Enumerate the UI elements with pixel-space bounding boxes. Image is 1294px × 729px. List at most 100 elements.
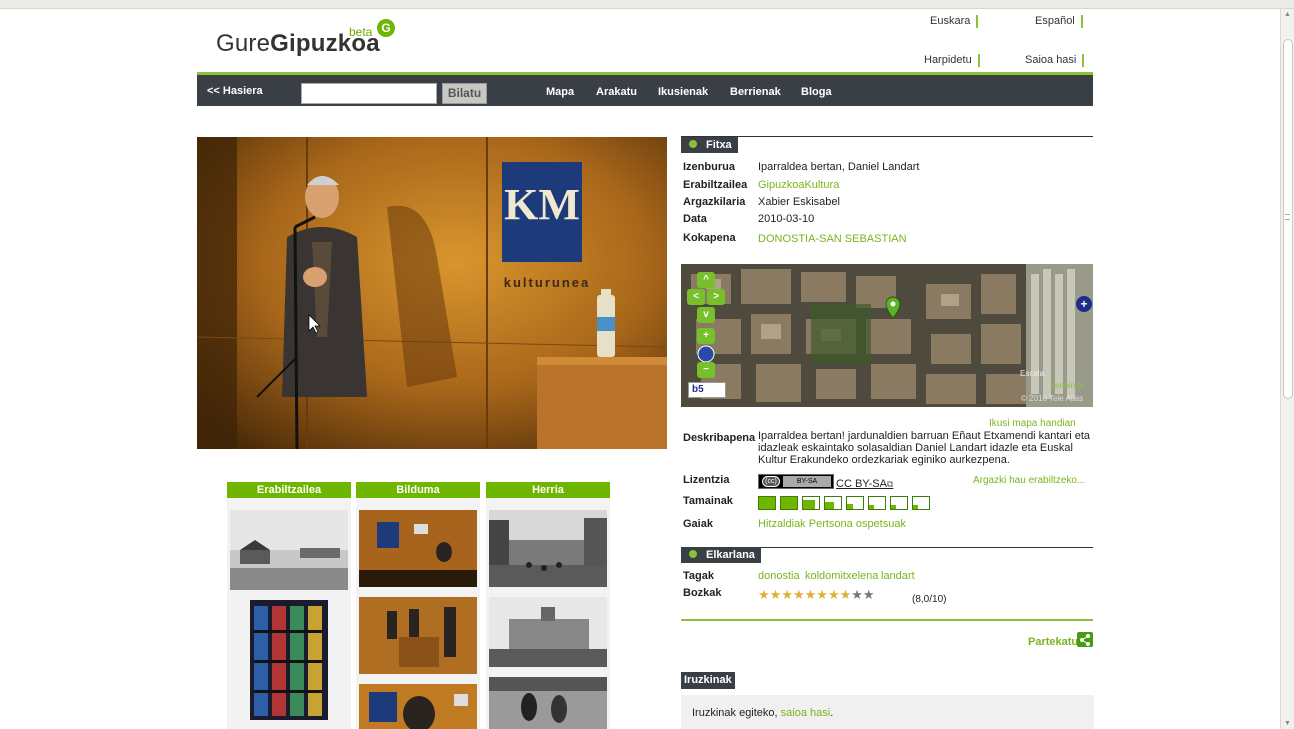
license-link-text: CC BY-SA bbox=[836, 478, 887, 490]
column-bilduma: Bilduma bbox=[356, 482, 480, 729]
themes-links[interactable]: Hitzaldiak Pertsona ospetsuak bbox=[758, 518, 906, 530]
nav-bloga-link[interactable]: Bloga bbox=[801, 86, 832, 98]
location-link[interactable]: DONOSTIA-SAN SEBASTIAN bbox=[758, 233, 907, 245]
lang-euskara-link[interactable]: Euskara bbox=[930, 15, 979, 28]
nav-mapa-link[interactable]: Mapa bbox=[546, 86, 574, 98]
share-icon[interactable] bbox=[1077, 632, 1093, 647]
tags-label: Tagak bbox=[683, 570, 714, 582]
nav-berrienak-link[interactable]: Berrienak bbox=[730, 86, 781, 98]
comments-login-link[interactable]: saioa hasi bbox=[781, 707, 831, 719]
fitxa-divider bbox=[681, 136, 1093, 137]
size-option-button[interactable] bbox=[846, 496, 864, 510]
star-icon[interactable]: ★ bbox=[816, 587, 828, 602]
title-value: Iparraldea bertan, Daniel Landart bbox=[758, 161, 920, 173]
fitxa-title: Fitxa bbox=[706, 139, 732, 151]
star-icon[interactable]: ★ bbox=[770, 587, 782, 602]
thumbnail[interactable] bbox=[359, 597, 477, 674]
column-header: Bilduma bbox=[356, 482, 480, 498]
column-header: Erabiltzailea bbox=[227, 482, 351, 498]
thumbnail[interactable] bbox=[359, 684, 477, 729]
thumbnail[interactable] bbox=[489, 677, 607, 729]
location-map[interactable]: + ^ < > v + − b5 Escala Terminos © 2010 … bbox=[681, 264, 1093, 407]
subscribe-link[interactable]: Harpidetu bbox=[924, 54, 980, 67]
svg-text:+: + bbox=[1080, 297, 1087, 311]
license-label: Lizentzia bbox=[683, 474, 730, 486]
date-value: 2010-03-10 bbox=[758, 213, 815, 225]
location-label: Kokapena bbox=[683, 232, 736, 244]
sizes-label: Tamainak bbox=[683, 495, 733, 507]
tag-link[interactable]: landart bbox=[881, 570, 915, 582]
comments-suffix: . bbox=[830, 707, 834, 719]
size-option-button[interactable] bbox=[912, 496, 930, 510]
size-option-button[interactable] bbox=[868, 496, 886, 510]
votes-label: Bozkak bbox=[683, 587, 722, 599]
scroll-up-arrow-icon[interactable]: ▲ bbox=[1284, 11, 1291, 18]
page-scrollbar[interactable]: ▲ ▼ bbox=[1280, 9, 1294, 729]
date-label: Data bbox=[683, 213, 707, 225]
map-terms-link[interactable]: Terminos bbox=[1051, 381, 1083, 390]
logo-badge-icon: G bbox=[377, 19, 395, 37]
nav-home-link[interactable]: << Hasiera bbox=[207, 85, 263, 97]
lang-espanol-link[interactable]: Español bbox=[1035, 15, 1083, 28]
map-zoom-out-button[interactable]: − bbox=[697, 362, 715, 378]
comments-prompt-text: Iruzkinak egiteko, bbox=[692, 707, 781, 719]
scroll-down-arrow-icon[interactable]: ▼ bbox=[1284, 720, 1291, 727]
size-option-button[interactable] bbox=[890, 496, 908, 510]
use-photo-link[interactable]: Argazki hau erabiltzeko... bbox=[973, 475, 1085, 486]
star-icon[interactable]: ★ bbox=[805, 587, 817, 602]
star-icon[interactable]: ★ bbox=[851, 587, 863, 602]
map-pan-left-button[interactable]: < bbox=[687, 289, 705, 305]
column-header: Herria bbox=[486, 482, 610, 498]
search-input[interactable] bbox=[301, 83, 437, 104]
login-link[interactable]: Saioa hasi bbox=[1025, 54, 1085, 67]
nav-arakatu-link[interactable]: Arakatu bbox=[596, 86, 637, 98]
size-option-button[interactable] bbox=[758, 496, 776, 510]
logo-beta-label: beta bbox=[349, 25, 373, 39]
description-label: Deskribapena bbox=[683, 432, 756, 444]
nav-ikusienak-link[interactable]: Ikusienak bbox=[658, 86, 708, 98]
title-label: Izenburua bbox=[683, 161, 735, 173]
size-fill bbox=[759, 497, 775, 509]
user-label: Erabiltzailea bbox=[683, 179, 748, 191]
map-pan-right-button[interactable]: > bbox=[707, 289, 725, 305]
size-fill bbox=[869, 505, 874, 509]
map-scale-label: Escala bbox=[1020, 369, 1045, 378]
star-icon[interactable]: ★ bbox=[758, 587, 770, 602]
size-option-button[interactable] bbox=[780, 496, 798, 510]
themes-label: Gaiak bbox=[683, 518, 713, 530]
size-option-button[interactable] bbox=[802, 496, 820, 510]
bullet-icon bbox=[689, 550, 697, 558]
tag-link[interactable]: koldomitxelena bbox=[805, 570, 878, 582]
star-icon[interactable]: ★ bbox=[781, 587, 793, 602]
license-link[interactable]: CC BY-SA⧉ bbox=[836, 478, 893, 490]
bullet-icon bbox=[689, 140, 697, 148]
size-option-button[interactable] bbox=[824, 496, 842, 510]
map-pan-up-button[interactable]: ^ bbox=[697, 272, 715, 288]
star-icon[interactable]: ★ bbox=[793, 587, 805, 602]
share-link[interactable]: Partekatu bbox=[1028, 636, 1078, 648]
star-icon[interactable]: ★ bbox=[828, 587, 840, 602]
rating-stars[interactable]: ★★★★★★★★★★ bbox=[758, 587, 875, 603]
map-pan-down-button[interactable]: v bbox=[697, 307, 715, 323]
star-icon[interactable]: ★ bbox=[840, 587, 852, 602]
photographer-label: Argazkilaria bbox=[683, 196, 746, 208]
thumbnail[interactable] bbox=[230, 510, 348, 590]
star-icon[interactable]: ★ bbox=[863, 587, 875, 602]
big-map-link[interactable]: Ikusi mapa handian bbox=[989, 418, 1076, 429]
main-navbar: << Hasiera Bilatu Mapa Arakatu Ikusienak… bbox=[197, 72, 1093, 106]
thumbnail[interactable] bbox=[489, 597, 607, 667]
user-link[interactable]: GipuzkoaKultura bbox=[758, 179, 839, 191]
cc-by-sa-label: BY-SA bbox=[783, 476, 831, 487]
cc-license-badge[interactable]: (cc) BY-SA bbox=[758, 474, 834, 489]
thumbnail[interactable] bbox=[359, 510, 477, 587]
search-button[interactable]: Bilatu bbox=[442, 83, 487, 104]
elkarlana-tab: Elkarlana bbox=[681, 547, 761, 563]
size-fill bbox=[825, 502, 834, 509]
logo-text-regular: Gure bbox=[216, 30, 271, 57]
description-text: Iparraldea bertan! jardunaldien barruan … bbox=[758, 430, 1091, 466]
thumbnail[interactable] bbox=[489, 510, 607, 587]
thumbnail[interactable] bbox=[250, 600, 328, 720]
tag-link[interactable]: donostia bbox=[758, 570, 800, 582]
main-photo[interactable]: KM kulturunea bbox=[197, 137, 667, 449]
map-zoom-in-button[interactable]: + bbox=[697, 328, 715, 344]
